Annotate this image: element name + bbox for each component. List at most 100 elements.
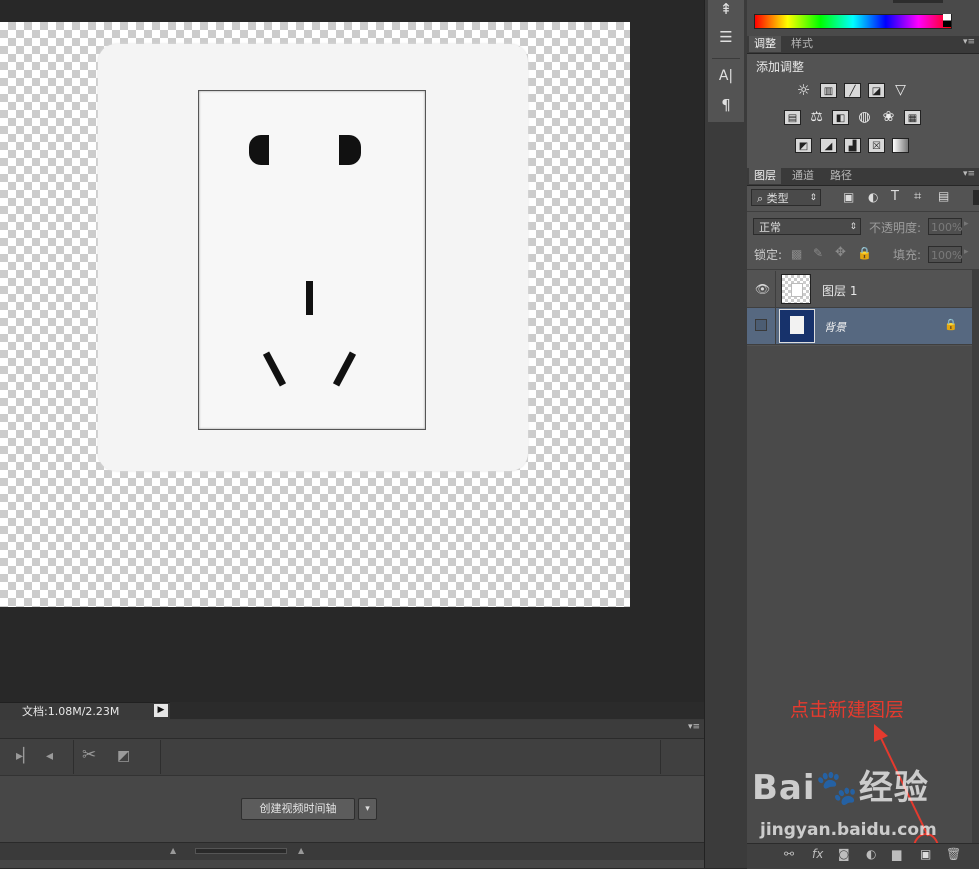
layers-tab-strip: 图层 通道 路径 ▾≡ [747,168,979,186]
lock-all-icon[interactable]: 🔒 [857,246,872,260]
levels-icon[interactable]: ▥ [820,83,837,98]
group-folder-icon[interactable]: ▆ [892,847,901,861]
lock-label: 锁定: [754,248,783,262]
type-filter-icon[interactable]: T [891,189,899,204]
adjust-tool-icon[interactable]: ☰ [708,28,744,46]
timeline-zoom-bar [0,842,704,860]
divider [747,269,979,270]
watermark-url: jingyan.baidu.com [760,820,937,840]
document-size-info: 文档:1.08M/2.23M [22,705,120,718]
color-spectrum-bar[interactable] [754,14,952,29]
step-forward-icon[interactable]: ▸▏ [16,748,34,764]
divider [775,308,776,344]
hue-saturation-icon[interactable]: ▤ [784,110,801,125]
chevron-down-icon[interactable]: ▾ [358,798,377,820]
lock-pixels-icon[interactable]: ✎ [813,246,823,260]
exposure-icon[interactable]: ◪ [868,83,885,98]
instruction-annotation: 点击新建图层 [790,699,905,721]
lock-position-icon[interactable]: ✥ [835,245,846,260]
threshold-icon[interactable]: ▟ [844,138,861,153]
pixel-filter-icon[interactable]: ▣ [843,190,854,204]
color-lookup-icon[interactable]: ▦ [904,110,921,125]
panel-dock-column [704,0,748,868]
tab-adjustments[interactable]: 调整 [749,36,781,52]
scissors-icon[interactable]: ✂ [82,745,96,765]
tab-channels[interactable]: 通道 [787,168,819,184]
fill-label: 填充: [893,248,922,262]
color-balance-icon[interactable]: ⚖ [808,110,825,125]
photo-filter-icon[interactable]: ◍ [856,110,873,125]
timeline-panel-header: ▾≡ [0,720,704,739]
layer-thumbnail [781,274,811,304]
timeline-toolbar [0,739,704,776]
layer-name[interactable]: 背景 [824,319,846,335]
gradient-map-icon[interactable] [892,138,909,153]
trash-icon[interactable]: 🗑 [946,847,961,861]
tab-styles[interactable]: 样式 [786,36,818,52]
visibility-toggle[interactable] [755,319,767,331]
tab-paths[interactable]: 路径 [825,168,857,184]
black-white-swatch[interactable] [943,14,951,27]
fill-input[interactable]: 100% [928,246,962,263]
eye-icon[interactable]: 👁 [755,282,770,296]
mask-icon[interactable]: ◙ [838,847,850,861]
vibrance-icon[interactable]: ▽ [892,83,909,98]
layers-panel-footer [747,843,979,869]
background-layer-thumbnail [779,309,815,343]
brush-tool-icon[interactable]: ⇞ [708,0,744,18]
character-tool-icon[interactable]: A| [708,68,744,84]
updown-icon: ⇕ [809,193,817,203]
smart-filter-icon[interactable]: ▤ [938,189,949,203]
adjustment-layer-icon[interactable]: ◐ [866,847,876,861]
color-field [893,0,943,3]
lock-icon: 🔒 [944,318,958,331]
adjustment-filter-icon[interactable]: ◐ [868,190,878,204]
layer-name[interactable]: 图层 1 [822,282,857,299]
divider [775,271,776,307]
toolbar-divider [73,740,74,774]
link-icon[interactable]: ⚯ [784,847,794,861]
tab-layers[interactable]: 图层 [749,168,781,184]
status-scroll-area [170,702,704,719]
brightness-icon[interactable]: ☼ [795,83,812,98]
layers-scrollbar[interactable] [972,270,979,843]
panel-menu-icon[interactable]: ▾≡ [963,169,975,179]
fx-icon[interactable]: fx [812,847,823,861]
opacity-input[interactable]: 100% [928,218,962,235]
zoom-in-icon[interactable]: ▲ [298,846,304,855]
divider [712,58,740,59]
adjustments-tab-strip: 调整 样式 ▾≡ [747,36,979,54]
toolbar-divider [160,740,161,774]
timeline-zoom-slider[interactable] [195,848,287,854]
lock-transparent-icon[interactable]: ▩ [791,247,802,261]
blend-mode-value: 正常 [759,221,781,234]
transition-icon[interactable]: ◩ [117,748,130,764]
search-icon: ⌕ [757,192,764,205]
opacity-label: 不透明度: [869,221,922,235]
chevron-right-icon[interactable]: ▸ [964,219,969,229]
socket-panel-image [198,90,426,430]
channel-mixer-icon[interactable]: ❀ [880,110,897,125]
curves-icon[interactable]: ╱ [844,83,861,98]
filter-toggle[interactable] [973,190,979,205]
create-video-timeline-button[interactable]: 创建视频时间轴 [241,798,355,820]
toolbar-divider [660,740,661,774]
black-white-icon[interactable]: ◧ [832,110,849,125]
panel-menu-icon[interactable]: ▾≡ [963,37,975,47]
layer-filter-select[interactable]: ⌕ 类型 ⇕ [751,189,821,206]
blend-mode-select[interactable]: 正常 ⇕ [753,218,861,235]
new-layer-icon[interactable]: ▣ [920,847,931,861]
posterize-icon[interactable]: ◢ [820,138,837,153]
zoom-out-icon[interactable]: ▲ [170,846,176,855]
panel-menu-icon[interactable]: ▾≡ [688,722,700,732]
layer-filter-label: 类型 [766,192,789,205]
selective-color-icon[interactable]: ☒ [868,138,885,153]
updown-icon: ⇕ [849,222,857,232]
audio-icon[interactable]: ◂ [46,748,53,764]
shape-filter-icon[interactable]: ⌗ [914,189,921,204]
invert-icon[interactable]: ◩ [795,138,812,153]
chevron-right-icon[interactable]: ▸ [964,247,969,257]
baidu-jingyan-watermark-logo: Bai🐾经验 [752,768,929,808]
status-menu-arrow-icon[interactable]: ▶ [154,704,168,717]
paragraph-tool-icon[interactable]: ¶ [708,96,744,114]
